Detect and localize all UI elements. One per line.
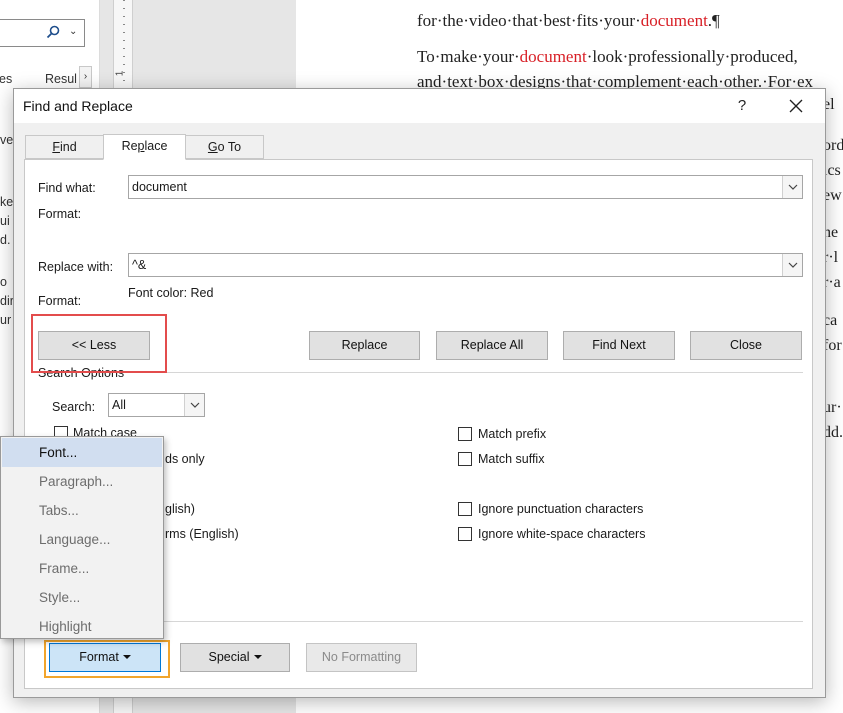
document-line[interactable]: for·the·video·that·best·fits·your·docume…	[417, 11, 720, 31]
ignore-whitespace-label: Ignore white-space characters	[478, 527, 646, 541]
find-what-input[interactable]: document	[128, 175, 803, 199]
nav-text-fragment: ve	[0, 133, 14, 147]
nav-text-fragment: ui	[0, 214, 10, 228]
special-button[interactable]: Special	[180, 643, 290, 672]
dialog-title: Find and Replace	[23, 98, 133, 114]
find-what-value: document	[132, 180, 187, 194]
help-button[interactable]: ?	[730, 94, 754, 118]
chevron-down-icon[interactable]: ⌄	[69, 26, 77, 37]
menu-item-language[interactable]: Language...	[2, 525, 162, 554]
document-text-fragment: dd.	[823, 424, 843, 441]
search-icon[interactable]	[46, 25, 60, 39]
menu-item-tabs[interactable]: Tabs...	[2, 496, 162, 525]
caret-down-icon	[253, 655, 262, 659]
ignore-whitespace-checkbox[interactable]	[458, 527, 472, 541]
format-button-highlight	[44, 640, 170, 678]
search-direction-select[interactable]: All	[108, 393, 205, 417]
no-formatting-button: No Formatting	[306, 643, 417, 672]
chevron-down-icon	[788, 184, 798, 190]
nav-text-fragment: d.	[0, 233, 11, 247]
chevron-down-icon	[190, 402, 200, 408]
match-prefix-label: Match prefix	[478, 427, 547, 441]
nav-tab-headings[interactable]: es	[0, 72, 12, 86]
replace-button[interactable]: Replace	[309, 331, 420, 360]
menu-item-font[interactable]: Font...	[2, 438, 162, 467]
less-button-highlight	[31, 314, 167, 373]
menu-item-highlight[interactable]: Highlight	[2, 612, 162, 641]
menu-item-paragraph[interactable]: Paragraph...	[2, 467, 162, 496]
find-format-label: Format:	[38, 207, 82, 221]
ignore-punctuation-label: Ignore punctuation characters	[478, 502, 644, 516]
match-suffix-checkbox[interactable]	[458, 452, 472, 466]
document-line[interactable]: To·make·your·document·look·professionall…	[417, 47, 798, 67]
menu-item-frame[interactable]: Frame...	[2, 554, 162, 583]
dialog-titlebar[interactable]: Find and Replace ?	[14, 89, 825, 123]
find-what-dropdown[interactable]	[782, 176, 802, 198]
find-next-button[interactable]: Find Next	[563, 331, 675, 360]
find-what-label: Find what:	[38, 181, 96, 195]
close-button[interactable]: Close	[690, 331, 802, 360]
close-icon[interactable]	[784, 94, 808, 118]
tab-go-to[interactable]: Go To	[185, 135, 264, 159]
nav-text-fragment: ur	[0, 313, 12, 327]
replace-format-value: Font color: Red	[128, 286, 214, 300]
replace-with-dropdown[interactable]	[782, 254, 802, 276]
search-direction-dropdown[interactable]	[184, 394, 204, 416]
replace-format-label: Format:	[38, 294, 82, 308]
replace-all-button[interactable]: Replace All	[436, 331, 548, 360]
special-button-label: Special	[208, 650, 250, 664]
ruler-number: 1	[114, 70, 126, 77]
chevron-down-icon	[788, 262, 798, 268]
search-label: Search:	[52, 400, 96, 414]
tab-replace[interactable]: Replace	[103, 134, 186, 160]
search-direction-value: All	[112, 398, 126, 412]
word-forms-label: rms (English)	[165, 527, 239, 541]
ignore-punctuation-checkbox[interactable]	[458, 502, 472, 516]
format-menu: Font... Paragraph... Tabs... Language...…	[0, 436, 164, 639]
document-text-fragment: ord	[823, 137, 843, 154]
match-suffix-label: Match suffix	[478, 452, 545, 466]
replace-with-value: ^&	[132, 258, 147, 272]
nav-tab-results[interactable]: Resul	[45, 72, 77, 86]
sounds-like-label: glish)	[165, 502, 195, 516]
nav-text-fragment: o	[0, 275, 7, 289]
nav-search-input[interactable]: ⌄	[0, 19, 85, 47]
nav-text-fragment: dir	[0, 294, 14, 308]
whole-words-label: ds only	[165, 452, 205, 466]
menu-item-style[interactable]: Style...	[2, 583, 162, 612]
replace-with-input[interactable]: ^&	[128, 253, 803, 277]
replace-with-label: Replace with:	[38, 260, 114, 274]
match-prefix-checkbox[interactable]	[458, 427, 472, 441]
tab-find[interactable]: Find	[25, 135, 104, 159]
nav-next-button[interactable]: ›	[79, 66, 92, 88]
